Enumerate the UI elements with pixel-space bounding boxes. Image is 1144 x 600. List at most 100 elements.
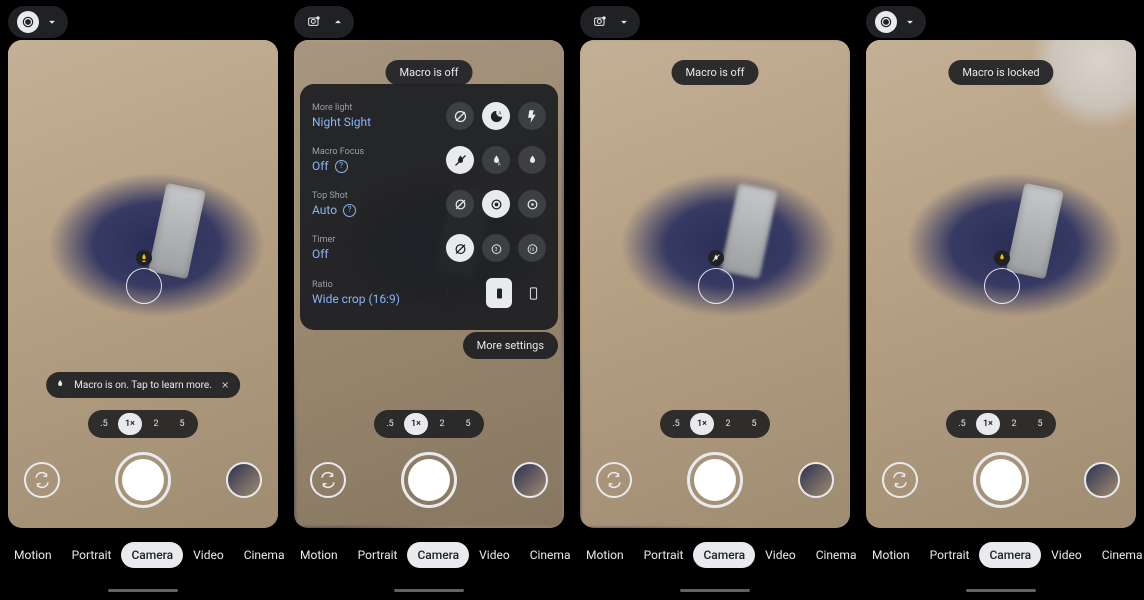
quick-settings-toggle[interactable] xyxy=(294,6,354,38)
mode-camera[interactable]: Camera xyxy=(121,542,183,568)
zoom-selector[interactable]: .5 1× 2 5 xyxy=(88,410,198,438)
quick-settings-toggle[interactable] xyxy=(580,6,640,38)
zoom-1[interactable]: 1× xyxy=(404,413,428,435)
camera-viewfinder[interactable]: Macro is locked .5 1× 2 5 xyxy=(866,40,1136,528)
shutter-button[interactable] xyxy=(401,452,457,508)
top-bar xyxy=(580,6,640,38)
quick-settings-toggle[interactable] xyxy=(866,6,926,38)
switch-camera-button[interactable] xyxy=(882,462,918,498)
last-photo-thumbnail[interactable] xyxy=(798,462,834,498)
flash-on-option[interactable] xyxy=(518,102,546,130)
mode-cinema[interactable]: Cinema xyxy=(806,542,858,568)
home-indicator[interactable] xyxy=(108,589,178,592)
mode-portrait[interactable]: Portrait xyxy=(634,542,694,568)
phone-screen-4: Macro is locked .5 1× 2 5 Motion Portrai… xyxy=(858,0,1144,600)
zoom-1[interactable]: 1× xyxy=(690,413,714,435)
switch-camera-button[interactable] xyxy=(596,462,632,498)
zoom-2[interactable]: 2 xyxy=(430,413,454,435)
last-photo-thumbnail[interactable] xyxy=(226,462,262,498)
home-indicator[interactable] xyxy=(680,589,750,592)
zoom-selector[interactable]: .5 1× 2 5 xyxy=(374,410,484,438)
timer-off-option[interactable] xyxy=(446,234,474,262)
switch-camera-button[interactable] xyxy=(24,462,60,498)
macro-indicator-icon xyxy=(136,250,152,266)
zoom-2[interactable]: 2 xyxy=(716,413,740,435)
macro-off-option[interactable] xyxy=(446,146,474,174)
camera-viewfinder[interactable]: Macro is off .5 1× 2 5 xyxy=(580,40,850,528)
info-icon[interactable]: ? xyxy=(335,160,348,173)
svg-text:3: 3 xyxy=(494,247,497,253)
quick-settings-toggle[interactable] xyxy=(8,6,68,38)
row-ratio: Ratio Wide crop (16:9) xyxy=(312,270,546,316)
zoom-0.5[interactable]: .5 xyxy=(92,413,116,435)
zoom-1[interactable]: 1× xyxy=(976,413,1000,435)
macro-tip-snack[interactable]: Macro is on. Tap to learn more. xyxy=(46,372,240,398)
macro-on-option[interactable] xyxy=(518,146,546,174)
phone-screen-2: Macro is off .5 1× 2 5 More light Night … xyxy=(286,0,572,600)
mode-selector[interactable]: Motion Portrait Camera Video Cinema xyxy=(0,542,286,568)
macro-off-indicator-icon xyxy=(708,250,724,266)
home-indicator[interactable] xyxy=(394,589,464,592)
zoom-0.5[interactable]: .5 xyxy=(378,413,402,435)
mode-selector[interactable]: Motion Portrait Camera Video Cinema xyxy=(286,542,572,568)
mode-video[interactable]: Video xyxy=(1041,542,1092,568)
info-icon[interactable]: ? xyxy=(343,204,356,217)
topshot-auto-option[interactable] xyxy=(482,190,510,218)
zoom-5[interactable]: 5 xyxy=(170,413,194,435)
camera-controls xyxy=(580,452,850,508)
timer-10s-option[interactable]: 10 xyxy=(518,234,546,262)
shutter-button[interactable] xyxy=(687,452,743,508)
mode-portrait[interactable]: Portrait xyxy=(62,542,122,568)
mode-video[interactable]: Video xyxy=(755,542,806,568)
zoom-1[interactable]: 1× xyxy=(118,413,142,435)
last-photo-thumbnail[interactable] xyxy=(512,462,548,498)
mode-camera[interactable]: Camera xyxy=(693,542,755,568)
topshot-off-option[interactable] xyxy=(446,190,474,218)
flash-off-option[interactable] xyxy=(446,102,474,130)
zoom-2[interactable]: 2 xyxy=(144,413,168,435)
camera-viewfinder[interactable]: Macro is on. Tap to learn more. .5 1× 2 … xyxy=(8,40,278,528)
zoom-0.5[interactable]: .5 xyxy=(664,413,688,435)
zoom-0.5[interactable]: .5 xyxy=(950,413,974,435)
switch-camera-button[interactable] xyxy=(310,462,346,498)
timer-3s-option[interactable]: 3 xyxy=(482,234,510,262)
shutter-button[interactable] xyxy=(115,452,171,508)
zoom-5[interactable]: 5 xyxy=(456,413,480,435)
mode-selector[interactable]: Motion Portrait Camera Video Cinema xyxy=(858,542,1144,568)
night-sight-option[interactable]: A xyxy=(482,102,510,130)
mode-motion[interactable]: Motion xyxy=(290,542,348,568)
home-indicator[interactable] xyxy=(966,589,1036,592)
zoom-5[interactable]: 5 xyxy=(1028,413,1052,435)
row-more-light: More light Night Sight A xyxy=(312,94,546,138)
zoom-selector[interactable]: .5 1× 2 5 xyxy=(946,410,1056,438)
close-icon[interactable] xyxy=(220,380,230,390)
ratio-full-option[interactable] xyxy=(520,278,546,308)
mode-camera[interactable]: Camera xyxy=(979,542,1041,568)
mode-cinema[interactable]: Cinema xyxy=(520,542,572,568)
zoom-5[interactable]: 5 xyxy=(742,413,766,435)
ratio-wide-option[interactable] xyxy=(486,278,512,308)
mode-selector[interactable]: Motion Portrait Camera Video Cinema xyxy=(572,542,858,568)
topshot-on-option[interactable] xyxy=(518,190,546,218)
more-settings-button[interactable]: More settings xyxy=(463,332,558,359)
mode-video[interactable]: Video xyxy=(183,542,234,568)
zoom-selector[interactable]: .5 1× 2 5 xyxy=(660,410,770,438)
chevron-up-icon xyxy=(331,15,345,29)
last-photo-thumbnail[interactable] xyxy=(1084,462,1120,498)
mode-camera[interactable]: Camera xyxy=(407,542,469,568)
status-toast: Macro is locked xyxy=(948,60,1053,85)
mode-video[interactable]: Video xyxy=(469,542,520,568)
mode-cinema[interactable]: Cinema xyxy=(1092,542,1144,568)
mode-motion[interactable]: Motion xyxy=(862,542,920,568)
shutter-button[interactable] xyxy=(973,452,1029,508)
mode-portrait[interactable]: Portrait xyxy=(920,542,980,568)
row-top-shot: Top Shot Auto? xyxy=(312,182,546,226)
mode-cinema[interactable]: Cinema xyxy=(234,542,286,568)
mode-motion[interactable]: Motion xyxy=(4,542,62,568)
macro-indicator-icon xyxy=(994,250,1010,266)
row-timer: Timer Off 3 10 xyxy=(312,226,546,270)
macro-auto-option[interactable]: A xyxy=(482,146,510,174)
mode-portrait[interactable]: Portrait xyxy=(348,542,408,568)
mode-motion[interactable]: Motion xyxy=(576,542,634,568)
zoom-2[interactable]: 2 xyxy=(1002,413,1026,435)
